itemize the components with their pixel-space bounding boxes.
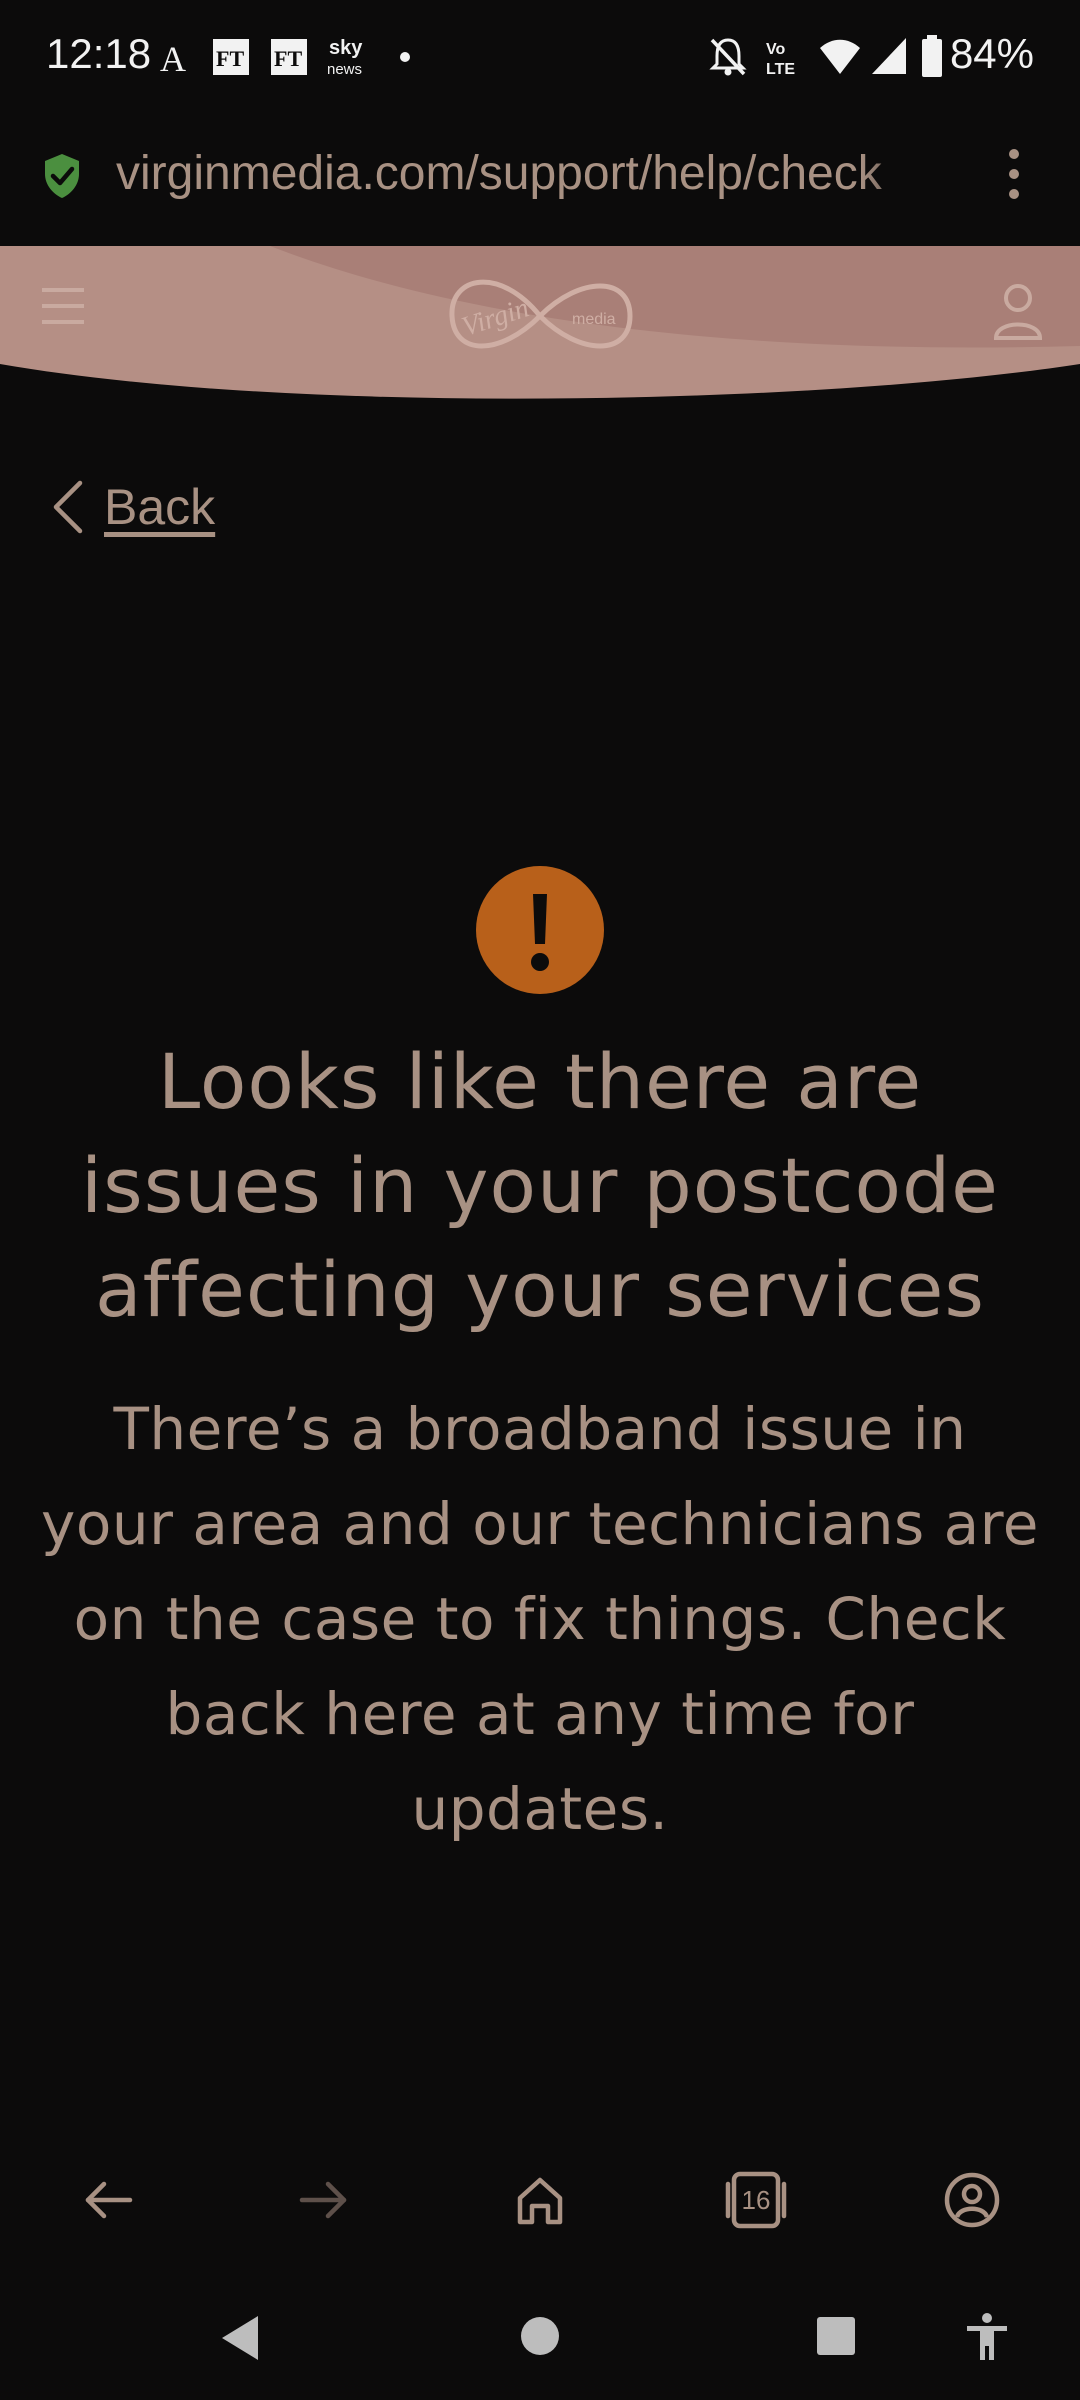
mute-icon — [709, 38, 747, 76]
nav-home-icon[interactable] — [520, 2316, 560, 2356]
issue-message: There’s a broadband issue in your area a… — [41, 1395, 1039, 1843]
svg-text:FT: FT — [274, 46, 302, 71]
sky-news-icon: sky news — [327, 37, 363, 78]
svg-text:FT: FT — [216, 46, 244, 71]
dot-icon — [400, 52, 410, 62]
home-icon — [517, 2177, 563, 2225]
profile-button[interactable] — [940, 2168, 1004, 2232]
tabs-button[interactable]: 16 — [724, 2168, 788, 2232]
chevron-left-icon — [53, 480, 83, 534]
browser-back-button[interactable] — [76, 2168, 140, 2232]
browser-home-button[interactable] — [508, 2168, 572, 2232]
overflow-menu-icon[interactable] — [1002, 146, 1026, 202]
exclamation-icon — [531, 894, 549, 971]
volte-icon: Vo LTE — [766, 41, 795, 78]
tab-count: 16 — [741, 2184, 771, 2215]
issue-heading: Looks like there are issues in your post… — [81, 1037, 999, 1334]
site-header: Virgin media — [0, 246, 1080, 399]
back-link[interactable]: Back — [50, 478, 215, 536]
url-fade — [860, 140, 950, 210]
browser-forward-button[interactable] — [292, 2168, 356, 2232]
svg-text:A: A — [160, 39, 186, 76]
url-text[interactable]: virginmedia.com/support/help/check — [116, 146, 956, 201]
app-a-icon: A — [160, 39, 186, 76]
svg-text:media: media — [572, 311, 616, 328]
ft-icon: FT — [213, 39, 249, 75]
svg-text:news: news — [327, 61, 362, 78]
accessibility-icon[interactable] — [964, 2312, 1010, 2362]
arrow-right-icon — [299, 2181, 347, 2219]
svg-text:sky: sky — [329, 37, 363, 59]
secure-shield-icon — [45, 154, 79, 198]
alert-icon — [476, 866, 604, 994]
profile-icon — [944, 2172, 1000, 2228]
battery-icon — [922, 35, 942, 77]
status-bar: 12:18 A FT FT sky news Vo LTE 84% — [0, 0, 1080, 118]
svg-text:Vo: Vo — [766, 41, 785, 58]
signal-icon — [872, 38, 906, 74]
arrow-left-icon — [85, 2181, 133, 2219]
status-time: 12:18 — [46, 30, 152, 77]
battery-percent: 84% — [949, 30, 1034, 77]
back-label: Back — [104, 479, 216, 535]
nav-back-icon[interactable] — [218, 2314, 262, 2362]
wifi-icon — [820, 39, 860, 74]
ft-icon-2: FT — [271, 39, 307, 75]
svg-text:LTE: LTE — [766, 61, 795, 78]
nav-recents-icon[interactable] — [816, 2316, 856, 2356]
